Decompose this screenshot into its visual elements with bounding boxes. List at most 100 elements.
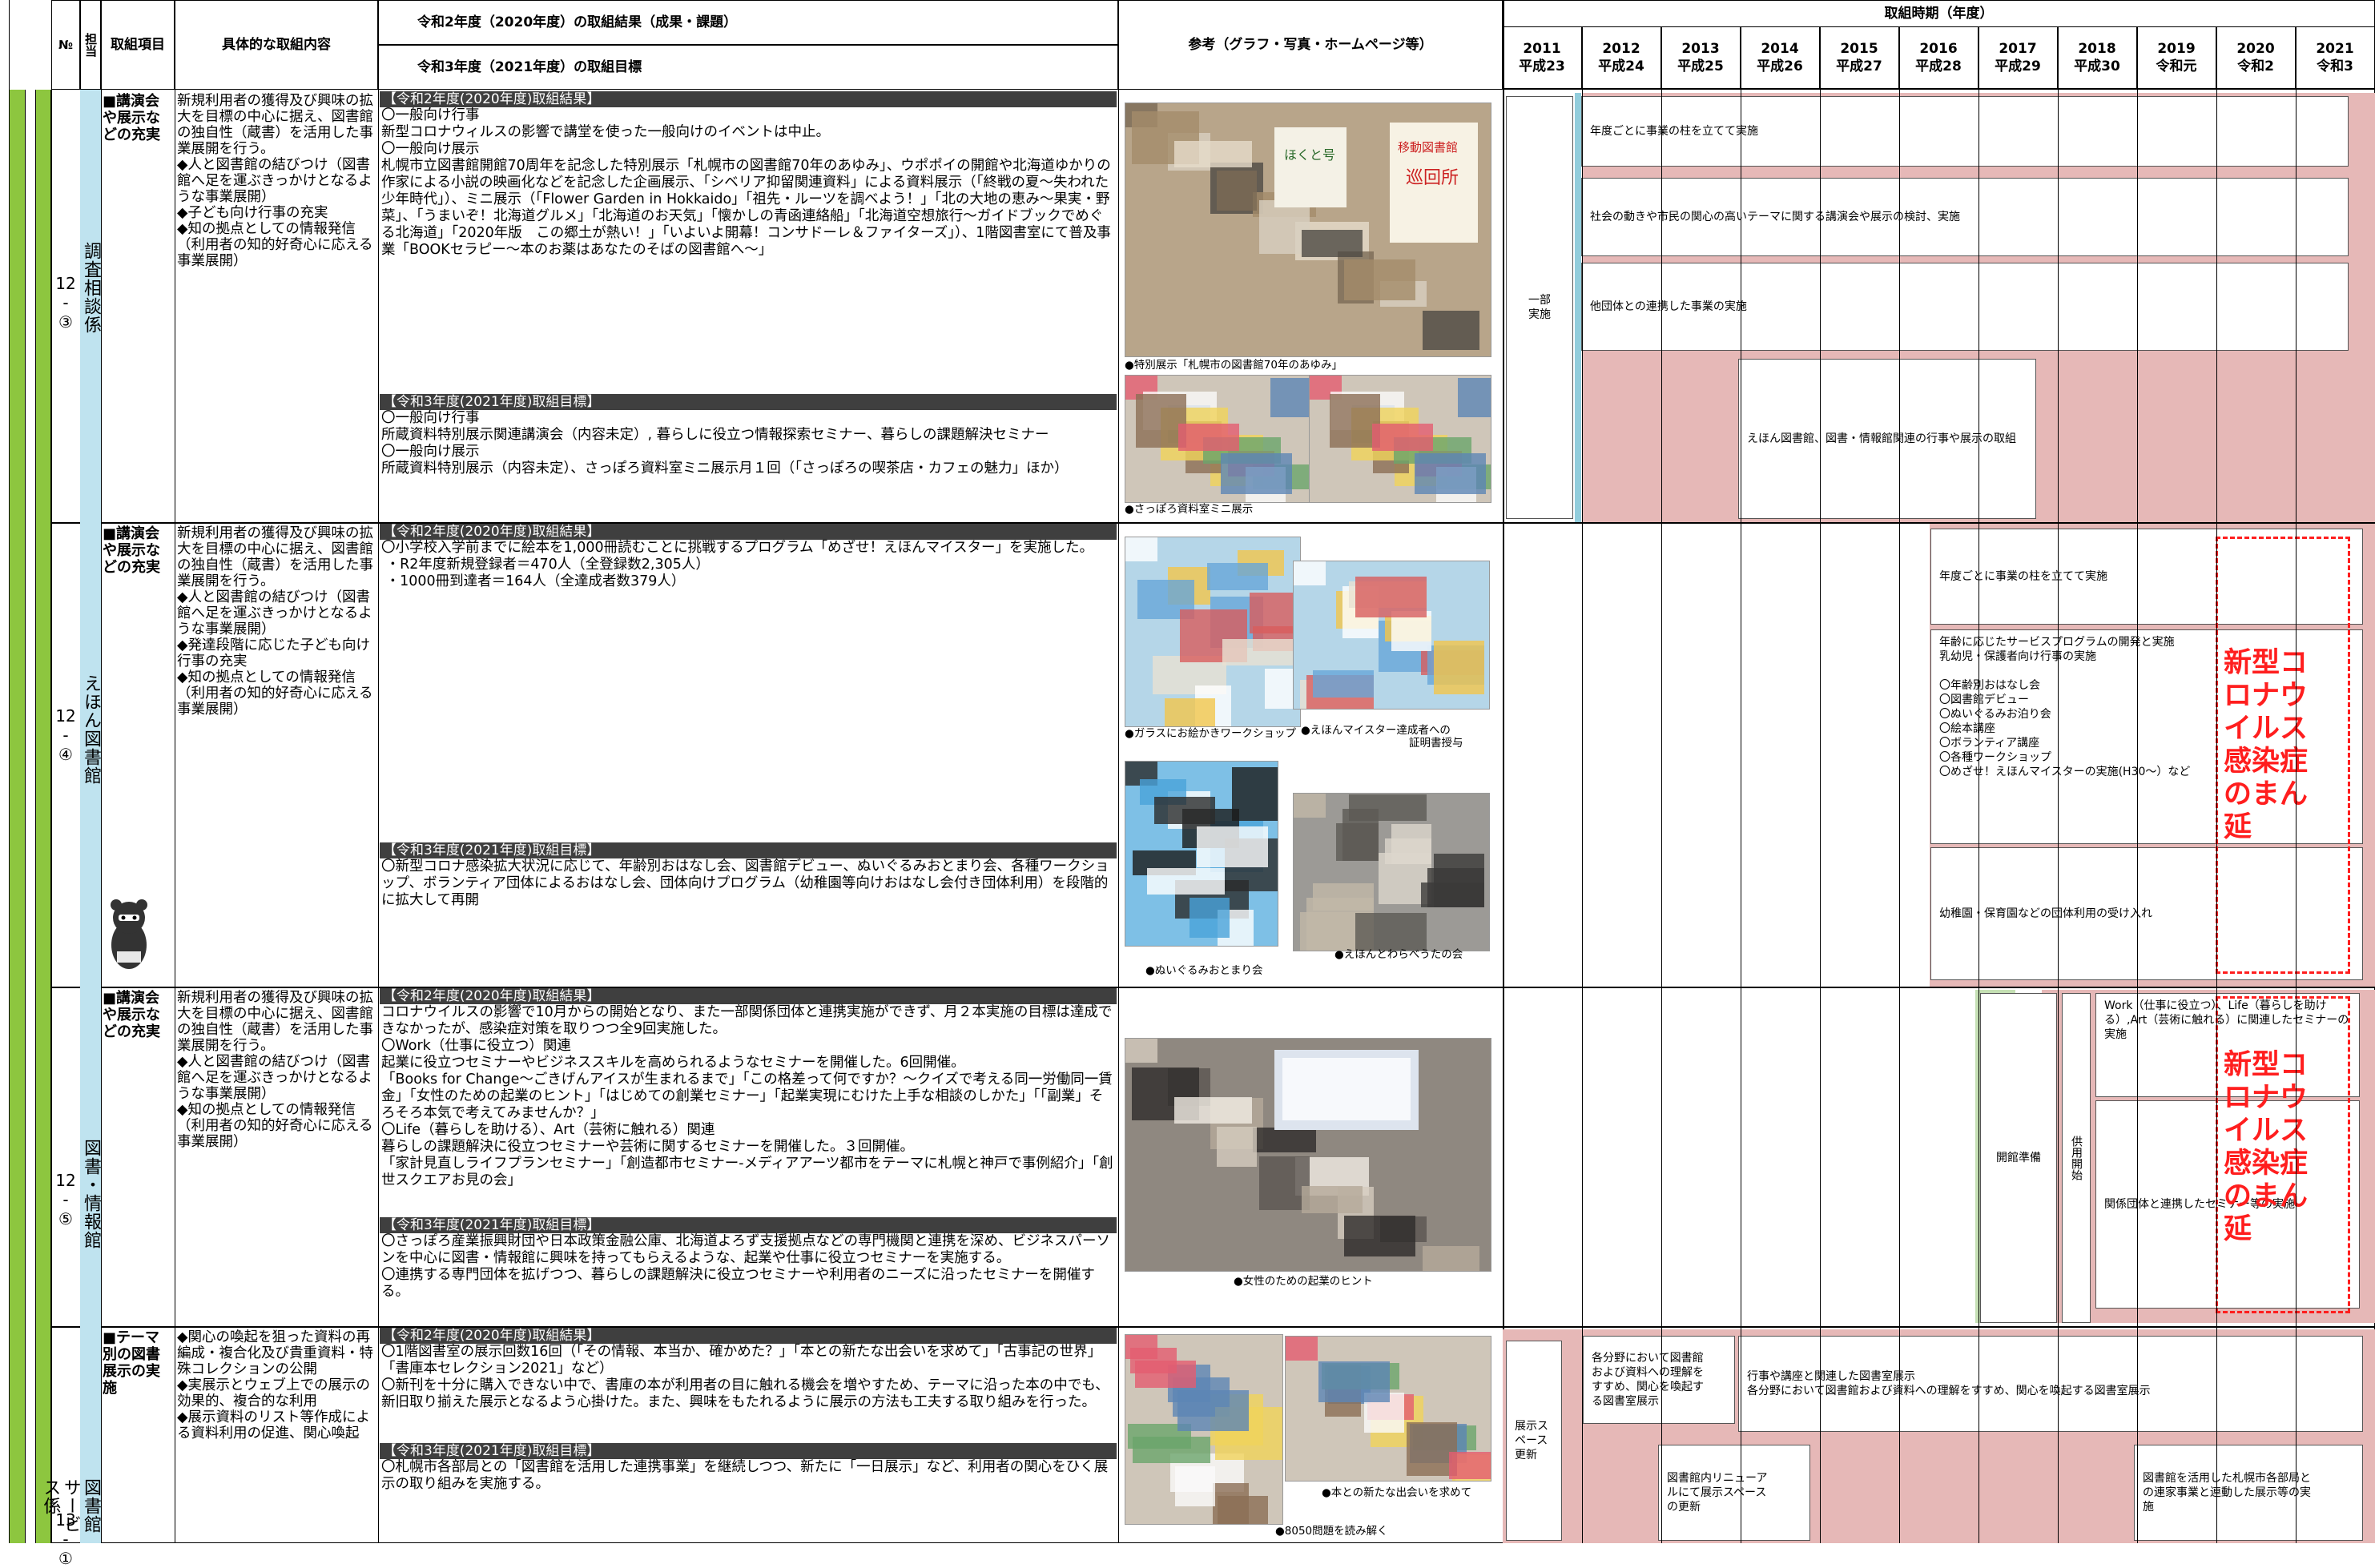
year-label: 2015: [1840, 40, 1878, 57]
minishow-photo-2: [1309, 375, 1491, 503]
result-label: 【令和2年度(2020年度)取組結果】: [380, 1328, 1117, 1344]
header-detail: 具体的な取組内容: [175, 0, 378, 90]
year-column-header: 2014 平成26: [1741, 27, 1820, 88]
year-label: 2016: [1919, 40, 1958, 57]
era-label: 令和3: [2317, 58, 2353, 74]
row-tanto: 図書・情報館: [81, 1139, 101, 1249]
timeline-bar: えほん図書館、図書・情報館関連の行事や展示の取組: [1738, 359, 2036, 519]
timeline-band-blue: [1575, 93, 1581, 522]
era-label: 平成27: [1836, 58, 1882, 74]
timeline-grid-line: [2137, 27, 2138, 1543]
year-column-header: 2015 平成27: [1820, 27, 1899, 88]
timeline-bar: 他団体との連携した事業の実施: [1581, 263, 2349, 351]
era-label: 平成28: [1915, 58, 1962, 74]
photo-caption: ●ぬいぐるみおとまり会: [1145, 964, 1263, 977]
goal-label: 【令和3年度(2021年度)取組目標】: [380, 842, 1117, 858]
year-column-header: 2019 令和元: [2137, 27, 2216, 88]
header-period: 取組時期（年度）: [1503, 0, 2375, 27]
year-label: 2017: [1999, 40, 2037, 57]
goal-text: 〇一般向け行事 所蔵資料特別展示関連講演会（内容未定）, 暮らしに役立つ情報探索…: [381, 410, 1069, 476]
era-label: 平成24: [1598, 58, 1644, 74]
header-reference: 参考（グラフ・写真・ホームページ等）: [1118, 0, 1503, 90]
year-column-header: 2016 平成28: [1899, 27, 1978, 88]
timeline-bar: 開館準備: [1980, 993, 2057, 1323]
goal-text: 〇新型コロナ感染拡大状況に応じて、年齢別おはなし会、図書館デビュー、ぬいぐるみお…: [381, 858, 1109, 908]
header-item: 取組項目: [101, 0, 175, 90]
minishow-photo-1: [1125, 375, 1310, 503]
era-label: 平成25: [1677, 58, 1724, 74]
covid-notice-text: 新型コ ロナウ イルス 感染症 のまん 延: [2224, 647, 2309, 843]
era-label: 令和元: [2156, 58, 2197, 74]
bookshelf-photo: [1125, 1334, 1283, 1525]
result-text: コロナウイルスの影響で10月からの開始となり、また一部関係団体と連携実施ができず…: [381, 1004, 1113, 1188]
era-label: 令和2: [2237, 58, 2274, 74]
timeline-bar: 供用開始: [2062, 993, 2091, 1323]
era-label: 平成29: [1995, 58, 2041, 74]
exhibit-shelf-photo: [1285, 1336, 1491, 1482]
result-text: 〇一般向け行事 新型コロナウィルスの影響で講堂を使った一般向けのイベントは中止。…: [381, 107, 1111, 258]
year-column-header: 2020 令和2: [2216, 27, 2296, 88]
row-detail: 新規利用者の獲得及び興味の拡大を目標の中心に据え、図書館の独自性（蔵書）を活用し…: [177, 990, 373, 1150]
timeline-grid-line: [1899, 27, 1900, 1543]
year-label: 2014: [1761, 40, 1799, 57]
row-item: ■講演会や展示などの充実: [103, 990, 160, 1040]
timeline-grid-line: [1661, 27, 1662, 1543]
seminar-photo: [1125, 1038, 1491, 1272]
green-stripe-inner: [35, 90, 51, 1543]
year-column-header: 2021 令和3: [2296, 27, 2375, 88]
timeline-bar: 図書館内リニューア ルにて展示スペース の更新: [1658, 1445, 1810, 1541]
year-label: 2018: [2078, 40, 2116, 57]
year-label: 2021: [2316, 40, 2354, 57]
goal-label: 【令和3年度(2021年度)取組目標】: [380, 1217, 1117, 1233]
goal-label: 【令和3年度(2021年度)取組目標】: [380, 394, 1117, 410]
header-no: №: [51, 0, 80, 90]
green-stripe-outer: [10, 90, 26, 1543]
covid-notice-text: 新型コ ロナウ イルス 感染症 のまん 延: [2224, 1049, 2309, 1245]
year-label: 2019: [2157, 40, 2196, 57]
timeline-grid-line: [2216, 27, 2217, 1543]
timeline-grid-line: [2296, 27, 2297, 1543]
year-column-header: 2012 平成24: [1582, 27, 1661, 88]
row-detail: 新規利用者の獲得及び興味の拡大を目標の中心に据え、図書館の独自性（蔵書）を活用し…: [177, 93, 373, 269]
row-number: 12 - ③: [55, 274, 76, 332]
timeline-bar: 図書館を活用した札幌市各部局と の連家事業と連動した展示等の実 施: [2134, 1445, 2363, 1541]
timeline-grid-line: [1978, 27, 1979, 1543]
svg-text:移動図書館: 移動図書館: [1398, 140, 1458, 155]
photo-caption: ●さっぽろ資料室ミニ展示: [1125, 503, 1254, 516]
header-result-title: 令和2年度（2020年度）の取組結果（成果・課題）: [378, 0, 1118, 45]
plush-photo: [1125, 761, 1278, 947]
row-item: ■テーマ別の図書展示の実施: [103, 1329, 160, 1397]
year-label: 2011: [1523, 40, 1561, 57]
photo-caption: ●本との新たな出会いを求めて: [1322, 1486, 1472, 1499]
result-text: 〇1階図書室の展示回数16回（「その情報、本当か、確かめた？」「本との新たな出会…: [381, 1344, 1109, 1410]
photo-caption: ●ガラスにお絵かきワークショップ: [1125, 727, 1297, 740]
photo-caption: ●えほんマイスター達成者への 証明書授与: [1301, 724, 1463, 750]
timeline-bar: 各分野において図書館 および資料への理解を すすめ、関心を喚起す る図書室展示: [1583, 1336, 1735, 1424]
row-tanto: 調査相談係: [81, 242, 101, 334]
goal-text: 〇札幌市各部局との「図書館を活用した連携事業」を継続しつつ、新たに「一日展示」な…: [381, 1459, 1109, 1492]
left-margin-stripe: [0, 0, 10, 1543]
year-label: 2020: [2236, 40, 2275, 57]
photo-caption: ●8050問題を読み解く: [1275, 1525, 1388, 1538]
year-label: 2012: [1602, 40, 1640, 57]
year-column-header: 2011 平成23: [1503, 27, 1582, 88]
row-item: ■講演会や展示などの充実: [103, 93, 160, 143]
year-column-header: 2018 平成30: [2058, 27, 2137, 88]
era-label: 平成26: [1757, 58, 1803, 74]
meister-photo: [1293, 561, 1490, 710]
row-number: 12 - ⑤: [55, 1171, 76, 1228]
goal-label: 【令和3年度(2021年度)取組目標】: [380, 1443, 1117, 1459]
timeline-side-note: 一部 実施: [1506, 96, 1573, 519]
year-label: 2013: [1681, 40, 1720, 57]
era-label: 平成23: [1519, 58, 1565, 74]
result-label: 【令和2年度(2020年度)取組結果】: [380, 524, 1117, 540]
warabe-photo: [1293, 793, 1490, 951]
photo-caption: ●女性のための起業のヒント: [1234, 1275, 1373, 1288]
row-tanto: えほん図書館: [81, 674, 101, 785]
year-column-header: 2017 平成29: [1978, 27, 2058, 88]
result-label: 【令和2年度(2020年度)取組結果】: [380, 91, 1117, 107]
row-detail: ◆関心の喚起を狙った資料の再編成・複合化及び貴重資料・特殊コレクションの公開 ◆…: [177, 1329, 373, 1441]
timeline-bar: 年度ごとに事業の柱を立てて実施: [1581, 96, 2349, 167]
header-goal-title: 令和3年度（2021年度）の取組目標: [378, 45, 1118, 90]
goal-text: 〇さっぽろ産業振興財団や日本政策金融公庫、北海道よろず支援拠点などの専門機関と連…: [381, 1233, 1110, 1300]
